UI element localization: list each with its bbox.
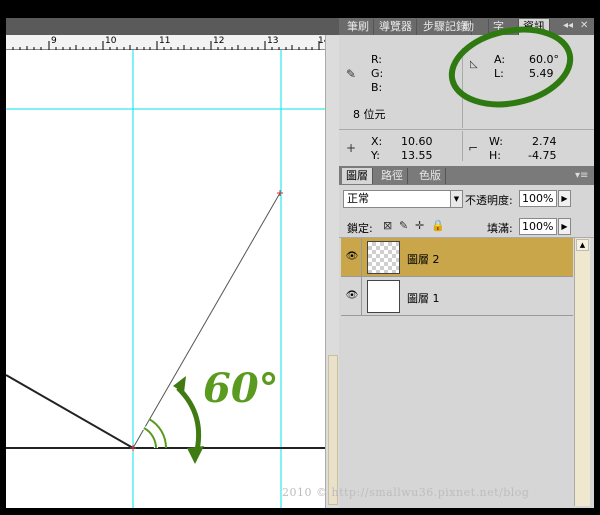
divider bbox=[361, 277, 362, 316]
document-title-bar bbox=[6, 18, 339, 35]
highlight-circle bbox=[448, 26, 574, 108]
tab-brush[interactable]: 筆刷 bbox=[343, 19, 374, 35]
vertical-scrollbar[interactable] bbox=[325, 35, 339, 508]
tab-paths[interactable]: 路徑 bbox=[377, 168, 408, 184]
horizontal-ruler[interactable]: 9 10 11 12 13 14 bbox=[6, 35, 329, 50]
opacity-label: 不透明度: bbox=[465, 194, 513, 207]
ruler-label: 13 bbox=[267, 36, 279, 46]
opacity-slider-button[interactable]: ▶ bbox=[558, 190, 571, 207]
layer-thumbnail bbox=[367, 241, 400, 274]
h-label: H: bbox=[489, 149, 501, 162]
layer-row[interactable]: 👁 圖層 2 bbox=[341, 238, 573, 277]
layer-row[interactable]: 👁 圖層 1 bbox=[341, 277, 573, 316]
bit-depth-label: 8 位元 bbox=[353, 108, 386, 121]
diagonal-stroke bbox=[6, 374, 134, 449]
lock-move-icon[interactable]: ✛ bbox=[415, 220, 424, 232]
eye-icon[interactable]: 👁 bbox=[345, 251, 359, 263]
opacity-field[interactable]: 100% bbox=[519, 190, 557, 207]
w-value: 2.74 bbox=[532, 135, 557, 148]
angle-arrow bbox=[176, 386, 202, 456]
photoshop-window: 9 10 11 12 13 14 ▲ bbox=[0, 0, 600, 515]
divider bbox=[462, 131, 463, 161]
layers-scrollbar[interactable]: ▲ bbox=[574, 238, 590, 506]
document-canvas[interactable]: 9 10 11 12 13 14 ▲ bbox=[6, 18, 339, 508]
layers-panel-tabs: 圖層 路徑 色版 ▾≡ bbox=[339, 166, 594, 185]
y-value: 13.55 bbox=[401, 149, 433, 162]
lock-brush-icon[interactable]: ✎ bbox=[399, 220, 408, 232]
x-value: 10.60 bbox=[401, 135, 433, 148]
eye-icon[interactable]: 👁 bbox=[345, 290, 359, 302]
divider bbox=[339, 129, 594, 130]
scrollbar-thumb[interactable] bbox=[328, 355, 338, 505]
divider bbox=[361, 238, 362, 277]
ruler-label: 11 bbox=[159, 36, 171, 46]
lock-label: 鎖定: bbox=[347, 222, 373, 235]
tab-navigator[interactable]: 導覽器 bbox=[375, 19, 417, 35]
layer-name: 圖層 1 bbox=[407, 292, 440, 305]
ruler-label: 12 bbox=[213, 36, 225, 46]
y-label: Y: bbox=[371, 149, 380, 162]
lock-transparency-icon[interactable]: ⊠ bbox=[383, 220, 392, 232]
selection-size-icon: ⌐ bbox=[468, 141, 479, 155]
fill-label: 填滿: bbox=[487, 222, 513, 235]
canvas-artwork[interactable]: 60° bbox=[6, 50, 325, 508]
eyedropper-icon: ✎ bbox=[346, 67, 357, 81]
chevron-down-icon[interactable]: ▼ bbox=[450, 190, 463, 208]
angle-arrow-head bbox=[187, 446, 204, 464]
g-label: G: bbox=[371, 67, 384, 80]
panel-dock: 筆刷 導覽器 步驟記錄 動作 字元 資訊 ◂◂ ✕ ✎ R: G: B: 8 位… bbox=[339, 18, 594, 508]
ruler-label: 9 bbox=[51, 36, 57, 46]
panel-menu-icon[interactable]: ▾≡ bbox=[575, 169, 588, 183]
tab-layers[interactable]: 圖層 bbox=[342, 168, 373, 184]
crosshair-icon: + bbox=[346, 141, 357, 155]
w-label: W: bbox=[489, 135, 503, 148]
fill-field[interactable]: 100% bbox=[519, 218, 557, 235]
b-label: B: bbox=[371, 81, 383, 94]
blend-mode-select[interactable]: 正常 bbox=[343, 190, 462, 208]
scroll-up-arrow[interactable]: ▲ bbox=[576, 239, 589, 251]
layers-list-empty-area bbox=[341, 316, 573, 506]
watermark: 2010 © http://smallwu36.pixnet.net/blog bbox=[282, 486, 530, 499]
angle-annotation: 60° bbox=[203, 365, 279, 412]
fill-slider-button[interactable]: ▶ bbox=[558, 218, 571, 235]
close-icon[interactable]: ✕ bbox=[580, 19, 588, 33]
ruler-label: 10 bbox=[105, 36, 117, 46]
lock-all-icon[interactable]: 🔒 bbox=[431, 220, 445, 232]
h-value: -4.75 bbox=[528, 149, 557, 162]
x-label: X: bbox=[371, 135, 383, 148]
layer-name: 圖層 2 bbox=[407, 253, 440, 266]
r-label: R: bbox=[371, 53, 383, 66]
tab-channels[interactable]: 色版 bbox=[415, 168, 446, 184]
layer-thumbnail bbox=[367, 280, 400, 313]
